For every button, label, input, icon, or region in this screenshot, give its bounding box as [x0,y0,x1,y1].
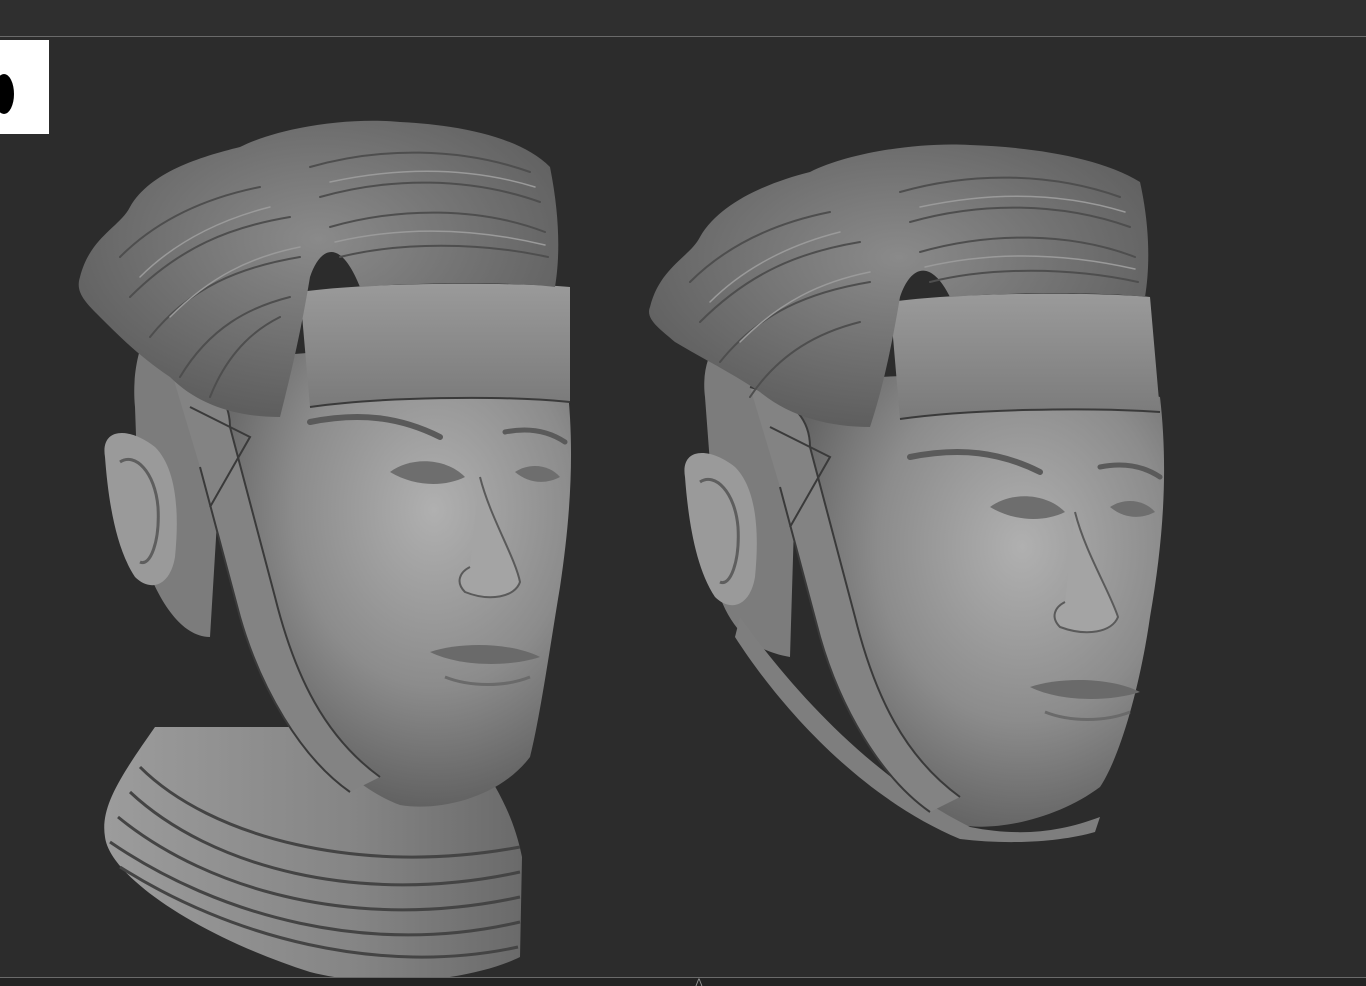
collapse-handle-icon[interactable]: ⋀ [684,979,714,986]
headband [300,283,570,407]
swatch-mark [0,74,14,114]
head-sculpt-with-neck[interactable] [60,77,600,977]
head-sculpt-without-neck[interactable] [640,97,1180,857]
top-toolbar-band [0,0,1366,37]
3d-viewport[interactable] [0,37,1366,977]
bottom-shelf [0,977,1366,986]
color-swatch[interactable] [0,40,49,134]
zbrush-app-window: ⋀ [0,0,1366,986]
headband [890,293,1160,419]
